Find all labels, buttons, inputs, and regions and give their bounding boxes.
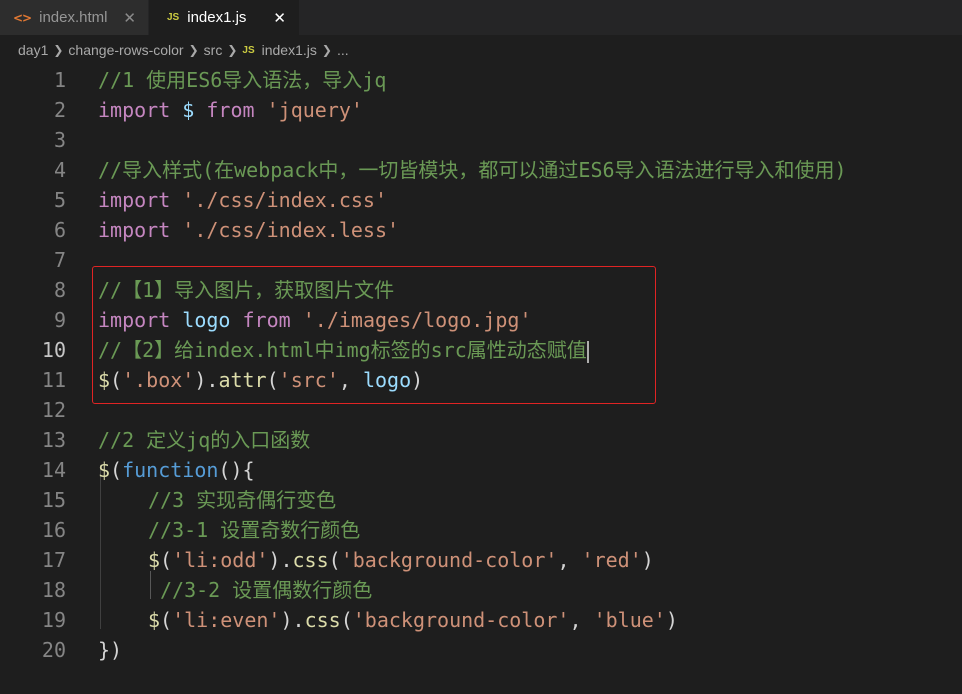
line-number: 3 — [53, 128, 66, 152]
code-text: import './css/index.less' — [98, 218, 400, 242]
chevron-right-icon: ❯ — [188, 43, 199, 57]
line-number: 14 — [41, 458, 66, 482]
line-number: 6 — [53, 218, 66, 242]
js-file-icon: JS — [242, 44, 255, 56]
code-text: $('.box').attr('src', logo) — [98, 368, 424, 392]
line-number: 1 — [53, 68, 66, 92]
line-number: 15 — [41, 488, 66, 512]
code-comment: //导入样式(在webpack中，一切皆模块，都可以通过ES6导入语法进行导入和… — [98, 158, 847, 182]
text-cursor — [586, 340, 589, 363]
breadcrumb-item-change-rows-color[interactable]: change-rows-color — [68, 42, 183, 58]
code-text: $('li:odd').css('background-color', 'red… — [148, 548, 654, 572]
chevron-right-icon: ❯ — [321, 43, 332, 57]
code-line-current[interactable]: 10 //【2】给index.html中img标签的src属性动态赋值 — [0, 335, 962, 365]
code-text: $('li:even').css('background-color', 'bl… — [148, 608, 678, 632]
line-number: 13 — [41, 428, 66, 452]
tab-label: index1.js — [187, 9, 247, 26]
line-number: 11 — [41, 368, 66, 392]
code-line[interactable]: 11 $('.box').attr('src', logo) — [0, 365, 962, 395]
code-comment: //【1】导入图片，获取图片文件 — [98, 278, 395, 302]
code-line[interactable]: 9 import logo from './images/logo.jpg' — [0, 305, 962, 335]
line-number: 18 — [41, 578, 66, 602]
code-line[interactable]: 8 //【1】导入图片，获取图片文件 — [0, 275, 962, 305]
code-comment: //3-1 设置奇数行颜色 — [148, 518, 361, 542]
breadcrumb-item-day1[interactable]: day1 — [18, 42, 48, 58]
html-file-icon: <> — [13, 10, 32, 25]
breadcrumb-item-more[interactable]: ... — [337, 42, 349, 58]
js-file-icon: JS — [167, 12, 180, 23]
code-line[interactable]: 5 import './css/index.css' — [0, 185, 962, 215]
tab-index-html[interactable]: <> index.html ✕ — [0, 0, 149, 35]
chevron-right-icon: ❯ — [53, 43, 64, 57]
code-line[interactable]: 18 //3-2 设置偶数行颜色 — [0, 575, 962, 605]
code-text: import $ from 'jquery' — [98, 98, 363, 122]
code-line[interactable]: 14 $(function(){ — [0, 455, 962, 485]
chevron-right-icon: ❯ — [227, 43, 238, 57]
code-comment: //3 实现奇偶行变色 — [148, 488, 337, 512]
tab-bar: <> index.html ✕ JS index1.js ✕ — [0, 0, 962, 35]
code-line[interactable]: 13 //2 定义jq的入口函数 — [0, 425, 962, 455]
breadcrumb-item-file[interactable]: index1.js — [262, 42, 317, 58]
code-text: import './css/index.css' — [98, 188, 387, 212]
line-number: 8 — [53, 278, 66, 302]
code-comment: //1 使用ES6导入语法，导入jq — [98, 68, 387, 92]
code-text: import logo from './images/logo.jpg' — [98, 308, 532, 332]
code-line[interactable]: 19 $('li:even').css('background-color', … — [0, 605, 962, 635]
code-text: //【2】给index.html中img标签的src属性动态赋值 — [98, 338, 589, 363]
code-line[interactable]: 16 //3-1 设置奇数行颜色 — [0, 515, 962, 545]
close-icon[interactable]: ✕ — [273, 0, 286, 35]
line-number: 17 — [41, 548, 66, 572]
code-line[interactable]: 3 — [0, 125, 962, 155]
code-line[interactable]: 12 — [0, 395, 962, 425]
line-number: 10 — [41, 338, 66, 362]
code-line[interactable]: 6 import './css/index.less' — [0, 215, 962, 245]
line-number: 5 — [53, 188, 66, 212]
line-number: 2 — [53, 98, 66, 122]
code-text: $(function(){ — [98, 458, 255, 482]
code-line[interactable]: 20 }) — [0, 635, 962, 665]
line-number: 20 — [41, 638, 66, 662]
breadcrumb-item-src[interactable]: src — [204, 42, 223, 58]
close-icon[interactable]: ✕ — [123, 0, 136, 35]
code-comment: //2 定义jq的入口函数 — [98, 428, 311, 452]
tab-label: index.html — [39, 9, 108, 26]
code-line[interactable]: 4 //导入样式(在webpack中，一切皆模块，都可以通过ES6导入语法进行导… — [0, 155, 962, 185]
code-line[interactable]: 17 $('li:odd').css('background-color', '… — [0, 545, 962, 575]
code-editor[interactable]: 1 //1 使用ES6导入语法，导入jq 2 import $ from 'jq… — [0, 65, 962, 694]
line-number: 12 — [41, 398, 66, 422]
code-text: }) — [98, 638, 123, 662]
line-number: 9 — [53, 308, 66, 332]
tab-index1-js[interactable]: JS index1.js ✕ — [149, 0, 299, 35]
code-line[interactable]: 1 //1 使用ES6导入语法，导入jq — [0, 65, 962, 95]
code-line[interactable]: 2 import $ from 'jquery' — [0, 95, 962, 125]
line-number: 7 — [53, 248, 66, 272]
code-line[interactable]: 15 //3 实现奇偶行变色 — [0, 485, 962, 515]
code-comment: //3-2 设置偶数行颜色 — [160, 578, 373, 602]
line-number: 19 — [41, 608, 66, 632]
breadcrumb: day1 ❯ change-rows-color ❯ src ❯ JS inde… — [0, 35, 962, 65]
code-line[interactable]: 7 — [0, 245, 962, 275]
line-number: 4 — [53, 158, 66, 182]
line-number: 16 — [41, 518, 66, 542]
